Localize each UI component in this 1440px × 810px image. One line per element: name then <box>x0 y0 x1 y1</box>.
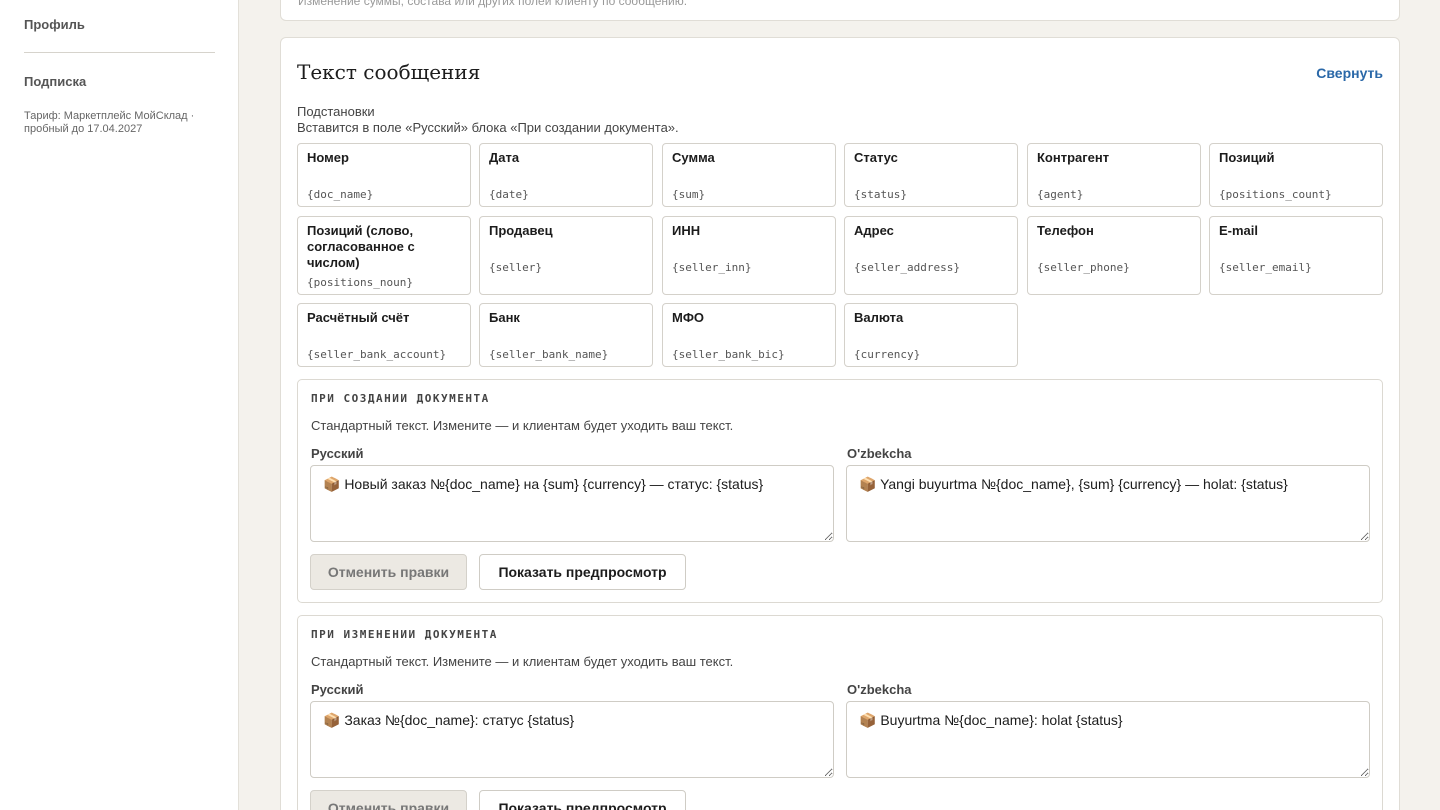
chip-label: Расчётный счёт <box>307 310 410 325</box>
sidebar: Профиль Подписка Тариф: Маркетплейс МойС… <box>0 0 239 810</box>
chip-code: {date} <box>489 188 529 201</box>
chip-label: Контрагент <box>1037 150 1110 165</box>
chip-label: Дата <box>489 150 520 165</box>
chip-label: ИНН <box>672 223 701 238</box>
chip-code: {seller_phone} <box>1037 261 1130 274</box>
chip-label: Статус <box>854 150 898 165</box>
uzbek-message-input[interactable]: 📦 Yangi buyurtma №{doc_name}, {sum} {cur… <box>846 465 1370 542</box>
chip-code: {currency} <box>854 348 921 361</box>
previous-card-text: Изменение суммы, состава или других поле… <box>298 0 688 8</box>
substitution-chip-seller-address[interactable]: Адрес {seller_address} <box>844 216 1018 295</box>
chip-code: {seller_address} <box>854 261 960 274</box>
uzbek-label: O'zbekcha <box>847 682 912 697</box>
chip-label: Позиций (слово, согласованное с числом) <box>307 223 415 270</box>
chip-code: {doc_name} <box>307 188 374 201</box>
chip-code: {seller_bank_bic} <box>672 348 785 361</box>
chip-label: Банк <box>489 310 520 325</box>
substitution-chip-bank-name[interactable]: Банк {seller_bank_name} <box>479 303 653 367</box>
chip-code: {positions_noun} <box>307 276 413 289</box>
substitutions-title: Подстановки <box>297 104 375 119</box>
card-title: Текст сообщения <box>297 60 481 84</box>
chip-code: {positions_count} <box>1219 188 1332 201</box>
reset-changes-button[interactable]: Отменить правки <box>310 790 467 810</box>
show-preview-button[interactable]: Показать предпросмотр <box>479 554 686 590</box>
chip-code: {agent} <box>1037 188 1084 201</box>
chip-label: Адрес <box>854 223 894 238</box>
sidebar-item-profile[interactable]: Профиль <box>24 17 85 32</box>
chip-label: МФО <box>672 310 705 325</box>
section-heading: ПРИ СОЗДАНИИ ДОКУМЕНТА <box>311 392 490 405</box>
collapse-button[interactable]: Свернуть <box>1316 65 1383 81</box>
russian-label: Русский <box>311 446 364 461</box>
chip-label: Номер <box>307 150 349 165</box>
chip-code: {seller_email} <box>1219 261 1312 274</box>
sidebar-item-subscription[interactable]: Подписка <box>24 74 86 89</box>
substitution-chip-agent[interactable]: Контрагент {agent} <box>1027 143 1201 207</box>
sidebar-divider <box>24 52 215 53</box>
uzbek-label: O'zbekcha <box>847 446 912 461</box>
chip-code: {seller_bank_name} <box>489 348 609 361</box>
substitution-chip-status[interactable]: Статус {status} <box>844 143 1018 207</box>
chip-label: Телефон <box>1037 223 1094 238</box>
substitution-chip-bank-bic[interactable]: МФО {seller_bank_bic} <box>662 303 836 367</box>
section-note: Стандартный текст. Измените — и клиентам… <box>311 654 734 669</box>
chip-label: Сумма <box>672 150 715 165</box>
section-on-create: ПРИ СОЗДАНИИ ДОКУМЕНТА Стандартный текст… <box>297 379 1383 603</box>
substitution-chip-bank-account[interactable]: Расчётный счёт {seller_bank_account} <box>297 303 471 367</box>
substitution-chip-date[interactable]: Дата {date} <box>479 143 653 207</box>
uzbek-message-input[interactable]: 📦 Buyurtma №{doc_name}: holat {status} <box>846 701 1370 778</box>
substitution-chip-seller-inn[interactable]: ИНН {seller_inn} <box>662 216 836 295</box>
chip-label: Продавец <box>489 223 553 238</box>
substitution-chip-positions-count[interactable]: Позиций {positions_count} <box>1209 143 1383 207</box>
substitution-chip-sum[interactable]: Сумма {sum} <box>662 143 836 207</box>
chip-code: {seller_inn} <box>672 261 752 274</box>
substitution-chip-positions-noun[interactable]: Позиций (слово, согласованное с числом) … <box>297 216 471 295</box>
reset-changes-button[interactable]: Отменить правки <box>310 554 467 590</box>
substitutions-hint: Вставится в поле «Русский» блока «При со… <box>297 120 679 135</box>
substitution-chip-seller-phone[interactable]: Телефон {seller_phone} <box>1027 216 1201 295</box>
section-on-change: ПРИ ИЗМЕНЕНИИ ДОКУМЕНТА Стандартный текс… <box>297 615 1383 810</box>
section-heading: ПРИ ИЗМЕНЕНИИ ДОКУМЕНТА <box>311 628 498 641</box>
chip-code: {sum} <box>672 188 706 201</box>
chip-label: Позиций <box>1219 150 1275 165</box>
russian-message-input[interactable]: 📦 Новый заказ №{doc_name} на {sum} {curr… <box>310 465 834 542</box>
substitution-chip-currency[interactable]: Валюта {currency} <box>844 303 1018 367</box>
show-preview-button[interactable]: Показать предпросмотр <box>479 790 686 810</box>
substitution-chip-doc-name[interactable]: Номер {doc_name} <box>297 143 471 207</box>
previous-card: Изменение суммы, состава или других поле… <box>280 0 1400 21</box>
substitution-chip-seller[interactable]: Продавец {seller} <box>479 216 653 295</box>
section-note: Стандартный текст. Измените — и клиентам… <box>311 418 734 433</box>
substitution-chip-seller-email[interactable]: E-mail {seller_email} <box>1209 216 1383 295</box>
chip-code: {seller_bank_account} <box>307 348 447 361</box>
chip-code: {seller} <box>489 261 542 274</box>
chip-code: {status} <box>854 188 907 201</box>
tariff-info: Тариф: Маркетплейс МойСклад · пробный до… <box>24 110 195 135</box>
chip-label: E-mail <box>1219 223 1259 238</box>
russian-message-input[interactable]: 📦 Заказ №{doc_name}: статус {status} <box>310 701 834 778</box>
chip-label: Валюта <box>854 310 904 325</box>
message-text-card: Текст сообщения Свернуть Подстановки Вст… <box>280 37 1400 810</box>
russian-label: Русский <box>311 682 364 697</box>
